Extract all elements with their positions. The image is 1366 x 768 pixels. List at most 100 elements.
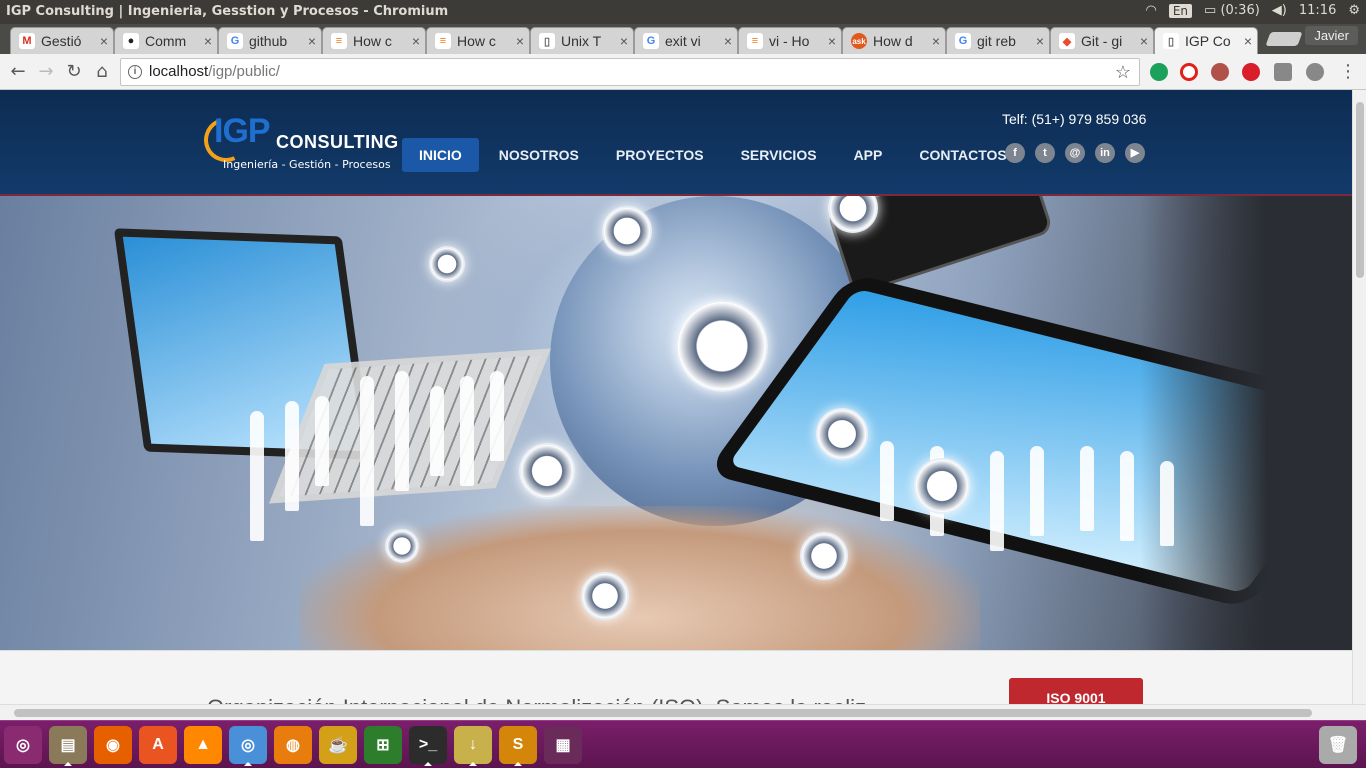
site-info-icon[interactable]: i [128, 65, 142, 79]
profile-button[interactable]: Javier [1305, 26, 1358, 45]
close-tab-icon[interactable]: × [615, 33, 633, 49]
tab-title: Unix T [561, 33, 602, 49]
network-node [602, 206, 652, 256]
forward-arrow-icon[interactable]: → [34, 60, 58, 84]
iso-9001-button[interactable]: ISO 9001 [1009, 678, 1143, 704]
running-app-indicator [514, 762, 522, 766]
close-tab-icon[interactable]: × [511, 33, 529, 49]
person-silhouette [880, 441, 894, 521]
git-icon: ◆ [1059, 33, 1075, 49]
settings-gear-icon[interactable]: ⚙ [1348, 3, 1360, 18]
person-silhouette [395, 371, 409, 491]
browser-tab[interactable]: ● Comm × [114, 27, 218, 54]
nav-app[interactable]: APP [837, 138, 900, 172]
new-tab-button[interactable] [1265, 32, 1303, 46]
extension-brown-icon[interactable] [1211, 63, 1229, 81]
github-icon: ● [123, 33, 139, 49]
hands-image [300, 506, 980, 650]
browser-tab[interactable]: ◆ Git - gi × [1050, 27, 1154, 54]
ubuntu-logo-icon[interactable]: ◎ [4, 726, 42, 764]
workspaces-icon[interactable]: ▦ [544, 726, 582, 764]
close-tab-icon[interactable]: × [407, 33, 425, 49]
browser-tab[interactable]: Ggithub × [218, 27, 322, 54]
site-logo[interactable]: IGP CONSULTING Ingeniería - Gestión - Pr… [197, 111, 398, 172]
unity-launcher: ◎ ▤ ◉ A ▲ ◎ ◍ ☕ ⊞ >_ ↓ S ▦ 🗑 [0, 720, 1366, 768]
close-tab-icon[interactable]: × [1135, 33, 1153, 49]
opera-extension-icon[interactable] [1180, 63, 1198, 81]
close-tab-icon[interactable]: × [303, 33, 321, 49]
content-section: Organización Internacional de Normalizac… [0, 650, 1352, 704]
horizontal-scroll-thumb[interactable] [14, 709, 1312, 717]
volume-icon[interactable]: ◀) [1272, 3, 1287, 18]
stackoverflow-icon: ≡ [747, 33, 763, 49]
browser-tab[interactable]: ▯ IGP Co × [1154, 27, 1258, 54]
vertical-scrollbar[interactable] [1352, 90, 1366, 704]
browser-tab[interactable]: ▯ Unix T × [530, 27, 634, 54]
home-icon[interactable]: ⌂ [90, 60, 114, 84]
person-silhouette [1120, 451, 1134, 541]
pinterest-icon[interactable] [1242, 63, 1260, 81]
system-top-panel: IGP Consulting | Ingenieria, Gesstion y … [0, 0, 1366, 24]
browser-tab-strip: M Gestió × ● Comm × Ggithub × ≡ How c × ≡ How c × ▯ Uni… [0, 24, 1366, 54]
browser-tab[interactable]: Ggit reb × [946, 27, 1050, 54]
wifi-icon[interactable]: ◠ [1145, 3, 1156, 18]
person-silhouette [360, 376, 374, 526]
chromium-icon[interactable]: ◎ [229, 726, 267, 764]
close-tab-icon[interactable]: × [823, 33, 841, 49]
running-app-indicator [469, 762, 477, 766]
nav-servicios[interactable]: SERVICIOS [724, 138, 834, 172]
bookmark-star-icon[interactable]: ☆ [1115, 59, 1131, 85]
google-icon: G [955, 33, 971, 49]
askubuntu-icon: ask [851, 33, 867, 49]
nav-inicio[interactable]: INICIO [402, 138, 479, 172]
trash-icon[interactable]: 🗑 [1319, 726, 1357, 764]
terminal-icon[interactable]: >_ [409, 726, 447, 764]
extension-box-icon[interactable] [1274, 63, 1292, 81]
youtube-icon[interactable]: ▶ [1125, 143, 1145, 163]
close-tab-icon[interactable]: × [95, 33, 113, 49]
facebook-icon[interactable]: f [1005, 143, 1025, 163]
close-tab-icon[interactable]: × [1239, 33, 1257, 49]
reload-icon[interactable]: ↻ [62, 60, 86, 84]
tab-title: git reb [977, 33, 1016, 49]
browser-tab[interactable]: ≡ How c × [322, 27, 426, 54]
phone-number: Telf: (51+) 979 859 036 [1002, 111, 1147, 127]
linkedin-icon[interactable]: in [1095, 143, 1115, 163]
windows-vm-icon[interactable]: ⊞ [364, 726, 402, 764]
close-tab-icon[interactable]: × [719, 33, 737, 49]
browser-tab[interactable]: M Gestió × [10, 27, 114, 54]
browser-tab[interactable]: ≡ vi - Ho × [738, 27, 842, 54]
sublime-text-icon[interactable]: S [499, 726, 537, 764]
tea-icon[interactable]: ☕ [319, 726, 357, 764]
menu-icon[interactable]: ⋮ [1336, 60, 1360, 84]
browser-toolbar: ← → ↻ ⌂ i localhost/igp/public/ ☆ ⋮ [0, 54, 1366, 90]
email-icon[interactable]: @ [1065, 143, 1085, 163]
network-node [581, 572, 629, 620]
vertical-scroll-thumb[interactable] [1356, 102, 1364, 278]
intro-text: Organización Internacional de Normalizac… [207, 695, 866, 704]
address-bar[interactable]: i localhost/igp/public/ ☆ [120, 58, 1140, 86]
keyboard-language[interactable]: En [1168, 3, 1193, 18]
software-center-icon[interactable]: A [139, 726, 177, 764]
horizontal-scrollbar[interactable] [0, 704, 1366, 720]
downloads-icon[interactable]: ↓ [454, 726, 492, 764]
clock[interactable]: 11:16 [1299, 3, 1336, 18]
close-tab-icon[interactable]: × [927, 33, 945, 49]
tab-title: vi - Ho [769, 33, 810, 49]
close-tab-icon[interactable]: × [1031, 33, 1049, 49]
browser-tab[interactable]: Gexit vi × [634, 27, 738, 54]
files-icon[interactable]: ▤ [49, 726, 87, 764]
close-tab-icon[interactable]: × [199, 33, 217, 49]
browser-tab[interactable]: ≡ How c × [426, 27, 530, 54]
vlc-icon[interactable]: ▲ [184, 726, 222, 764]
battery-indicator[interactable]: ▭ (0:36) [1204, 3, 1260, 18]
nav-nosotros[interactable]: NOSOTROS [482, 138, 596, 172]
browser-tab[interactable]: ask How d × [842, 27, 946, 54]
extension-green-icon[interactable] [1150, 63, 1168, 81]
blender-icon[interactable]: ◍ [274, 726, 312, 764]
extension-gray-icon[interactable] [1306, 63, 1324, 81]
firefox-icon[interactable]: ◉ [94, 726, 132, 764]
nav-proyectos[interactable]: PROYECTOS [599, 138, 721, 172]
back-arrow-icon[interactable]: ← [6, 60, 30, 84]
twitter-icon[interactable]: t [1035, 143, 1055, 163]
